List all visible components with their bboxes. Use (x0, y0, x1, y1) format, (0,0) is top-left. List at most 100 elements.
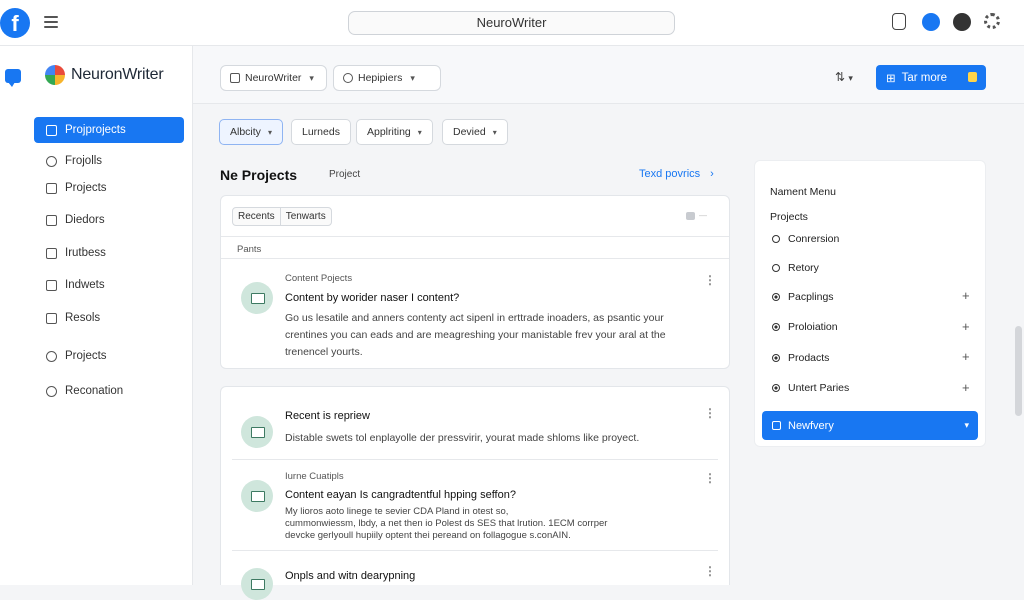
radio-selected-icon (772, 384, 780, 392)
menu-item-label: Pacplings (788, 291, 834, 303)
document-icon (241, 568, 273, 600)
filter-applriting[interactable]: Applriting ▾ (356, 119, 433, 145)
item-body-line: cummonwiessm, lbdy, a net then io Polest… (285, 518, 608, 529)
filter-devied[interactable]: Devied ▾ (442, 119, 508, 145)
sidebar-item-resols[interactable]: Resols (34, 305, 184, 331)
filter-albcity[interactable]: Albcity ▾ (219, 119, 283, 145)
item-body-line: trenencel yourts. (285, 346, 363, 358)
sidebar-item-reconation[interactable]: Reconation (34, 378, 184, 404)
more-options-icon[interactable]: ⋮ (704, 564, 716, 578)
texd-povrics-link[interactable]: Texd povrics › (639, 168, 714, 180)
document-edit-icon (241, 480, 273, 512)
filter-lurneds[interactable]: Lurneds (291, 119, 351, 145)
home-icon (230, 73, 240, 83)
item-body-line: crentines you can eads and are meagreshi… (285, 329, 666, 341)
more-options-icon[interactable]: ⋮ (704, 273, 716, 287)
item-body-line: Distable swets tol enplayolle der pressv… (285, 432, 640, 444)
divider (232, 550, 718, 551)
add-icon[interactable]: + (962, 349, 970, 364)
menu-item-label: Retory (788, 262, 819, 274)
more-options-icon[interactable]: ⋮ (704, 471, 716, 485)
device-icon[interactable] (892, 13, 906, 30)
menu-item-label: Untert Paries (788, 382, 850, 394)
page-title: Ne Projects (220, 167, 298, 183)
edit-icon (46, 247, 57, 259)
globe-icon (343, 73, 353, 83)
filter-label: Lurneds (302, 126, 340, 138)
box-icon (772, 421, 781, 430)
select-label: Newfvery (788, 419, 834, 432)
sidebar-item-label: Resols (65, 312, 101, 324)
menu-item-pacplings[interactable]: Pacplings (772, 289, 834, 305)
chevron-down-icon: ▾ (848, 73, 853, 83)
sidebar-item-label: Projects (65, 350, 107, 362)
view-toggle[interactable] (686, 212, 695, 220)
menu-item-label: Proloiation (788, 321, 838, 333)
workspace-label: NeuroWriter (245, 72, 302, 84)
sidebar-item-projprojects[interactable]: Projprojects (34, 117, 184, 143)
menu-item-retory[interactable]: Retory (772, 260, 819, 276)
workspace-dropdown[interactable]: NeuroWriter ▾ (220, 65, 327, 91)
sort-icon: ⇅ (835, 70, 846, 84)
sidebar-item-projects-2[interactable]: Projects (34, 343, 184, 369)
lock-icon (968, 72, 977, 82)
add-icon[interactable]: + (962, 380, 970, 395)
panel-label: Pants (237, 244, 262, 255)
compass-icon (46, 350, 57, 362)
item-title[interactable]: Content by worider naser I content? (285, 292, 459, 304)
facebook-logo-icon[interactable]: f (0, 8, 30, 38)
sidebar-item-diedors[interactable]: Diedors (34, 207, 184, 233)
item-caption: Content Pojects (285, 273, 353, 284)
hepiers-dropdown[interactable]: Hepipiers ▾ (333, 65, 441, 91)
page-subtitle: Project (329, 169, 361, 180)
folder-icon (46, 124, 57, 136)
radio-selected-icon (772, 293, 780, 301)
filter-label: Albcity (230, 126, 261, 138)
sidebar-item-frojolls[interactable]: Frojolls (34, 148, 184, 174)
item-body: Distable swets tol enplayolle der pressv… (285, 430, 639, 447)
menu-item-untert-paries[interactable]: Untert Paries (772, 380, 849, 396)
sidebar-item-label: Frojolls (65, 155, 103, 167)
menu-item-proloiation[interactable]: Proloiation (772, 319, 838, 335)
divider (221, 236, 729, 237)
settings-icon[interactable] (984, 13, 1000, 29)
more-options-icon[interactable]: ⋮ (704, 406, 716, 420)
sidebar-item-label: Projprojects (65, 124, 126, 136)
add-icon[interactable]: + (962, 319, 970, 334)
tar-more-button[interactable]: ⊞ Tar more (876, 65, 986, 90)
item-body: Go us lesatile and anners contenty act s… (285, 310, 666, 361)
tab-tenwarts[interactable]: Tenwarts (279, 208, 331, 225)
menu-item-conrersion[interactable]: Conrersion (772, 231, 839, 247)
chat-icon[interactable] (5, 69, 21, 87)
menu-item-label: Prodacts (788, 352, 830, 364)
add-icon[interactable]: + (962, 288, 970, 303)
hamburger-menu-icon[interactable] (44, 16, 58, 28)
sidebar-item-projects[interactable]: Projects (34, 175, 184, 201)
tar-more-label: Tar more (901, 71, 948, 84)
search-input[interactable]: NeuroWriter (348, 11, 675, 35)
item-title[interactable]: Content eayan Is cangradtentful hpping s… (285, 489, 516, 501)
radio-icon (772, 235, 780, 243)
item-title[interactable]: Recent is repriew (285, 410, 370, 422)
scrollbar[interactable] (1015, 326, 1022, 416)
brand[interactable]: NeuronWriter (45, 64, 164, 86)
grid-icon (46, 182, 57, 194)
sidebar-item-label: Projects (65, 182, 107, 194)
sidebar-item-indwets[interactable]: Indwets (34, 272, 184, 298)
refresh-icon[interactable] (922, 13, 940, 31)
filter-label: Applriting (367, 126, 411, 138)
profile-icon[interactable] (953, 13, 971, 31)
sort-toggle[interactable]: ⇅ ▾ (835, 70, 853, 84)
item-title[interactable]: Onpls and witn dearypning (285, 570, 415, 582)
tab-recents[interactable]: Recents (233, 208, 280, 225)
chevron-down-icon: ▾ (267, 127, 272, 137)
filter-label: Devied (453, 126, 486, 138)
radio-selected-icon (772, 354, 780, 362)
sidebar-item-irutbess[interactable]: Irutbess (34, 240, 184, 266)
chevron-down-icon: ▾ (410, 72, 415, 83)
sidebar-item-label: Irutbess (65, 247, 106, 259)
brand-name: NeuronWriter (71, 66, 164, 83)
clipboard-icon (46, 279, 57, 291)
newfvery-select[interactable]: Newfvery ▾ (762, 411, 978, 440)
menu-item-prodacts[interactable]: Prodacts (772, 350, 829, 366)
